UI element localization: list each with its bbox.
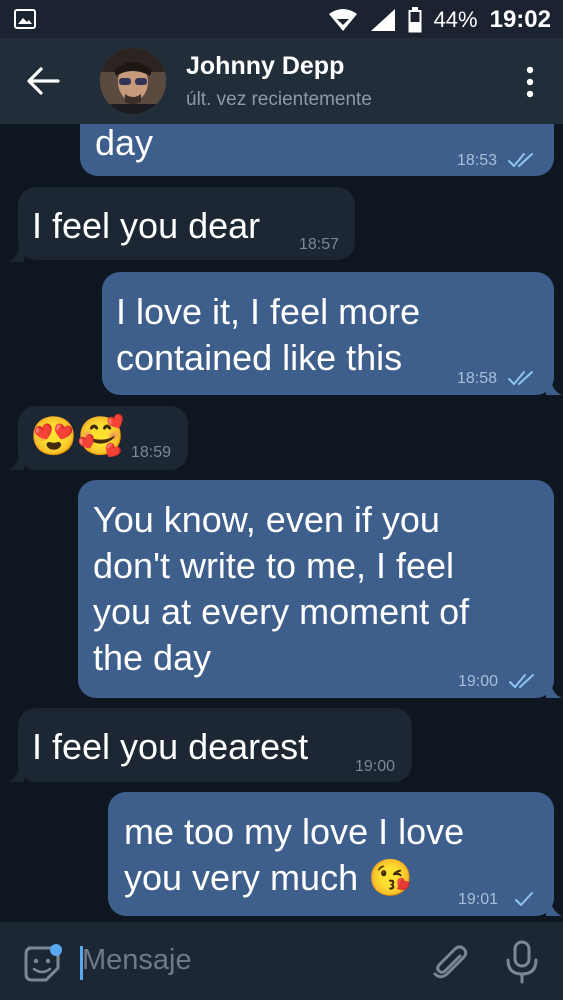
more-vertical-icon[interactable] bbox=[525, 64, 535, 100]
message-time: 18:58 bbox=[457, 370, 498, 387]
back-arrow-icon[interactable] bbox=[26, 66, 60, 96]
message-text: day bbox=[95, 124, 154, 163]
avatar[interactable] bbox=[100, 48, 166, 114]
message-text: I love it, I feel more contained like th… bbox=[116, 291, 421, 378]
bubble-tail bbox=[546, 898, 562, 916]
message-list[interactable]: day 18:53 I feel you dear 18:57 I love i… bbox=[0, 124, 563, 922]
microphone-icon[interactable] bbox=[502, 940, 542, 984]
battery-icon bbox=[408, 7, 422, 33]
double-check-icon bbox=[508, 371, 533, 385]
wifi-icon bbox=[328, 9, 357, 31]
chat-header: Johnny Depp últ. vez recientemente bbox=[0, 38, 563, 124]
bubble-tail bbox=[8, 452, 24, 470]
message-input-bar: Mensaje bbox=[0, 922, 563, 1000]
message-text: me too my love I love you very much 😘 bbox=[124, 811, 465, 898]
bubble-tail bbox=[8, 764, 24, 782]
message-input[interactable]: Mensaje bbox=[82, 944, 192, 977]
bubble-tail bbox=[8, 244, 24, 262]
message-text: I feel you dear bbox=[32, 205, 261, 246]
message-bubble-outgoing[interactable]: You know, even if you don't write to me,… bbox=[78, 480, 554, 698]
message-bubble-outgoing[interactable]: I love it, I feel more contained like th… bbox=[102, 272, 554, 395]
message-time: 19:01 bbox=[458, 891, 499, 908]
bubble-tail bbox=[546, 680, 562, 698]
message-time: 19:00 bbox=[458, 673, 499, 690]
message-time: 18:59 bbox=[131, 444, 172, 461]
message-bubble-incoming[interactable]: I feel you dear 18:57 bbox=[18, 187, 355, 260]
last-seen-status: últ. vez recientemente bbox=[186, 89, 372, 110]
message-bubble-incoming[interactable]: 😍🥰 18:59 bbox=[18, 406, 188, 470]
clock-time: 19:02 bbox=[489, 6, 551, 33]
message-text: You know, even if you don't write to me,… bbox=[93, 499, 470, 678]
message-time: 18:57 bbox=[299, 236, 340, 253]
contact-name[interactable]: Johnny Depp bbox=[186, 52, 344, 81]
message-text: 😍🥰 bbox=[30, 416, 125, 458]
battery-percentage: 44% bbox=[433, 7, 478, 32]
double-check-icon bbox=[509, 674, 534, 688]
double-check-icon bbox=[508, 153, 533, 167]
signal-icon bbox=[370, 9, 395, 31]
attach-icon[interactable] bbox=[430, 942, 470, 982]
message-text: I feel you dearest bbox=[32, 726, 309, 767]
image-icon bbox=[14, 9, 36, 29]
message-bubble-outgoing[interactable]: me too my love I love you very much 😘 19… bbox=[108, 792, 554, 916]
message-time: 18:53 bbox=[457, 152, 498, 169]
bubble-tail bbox=[546, 377, 562, 395]
message-bubble-incoming[interactable]: I feel you dearest 19:00 bbox=[18, 708, 412, 782]
sticker-icon[interactable] bbox=[22, 944, 62, 984]
message-time: 19:00 bbox=[355, 758, 396, 775]
message-bubble-outgoing[interactable]: day 18:53 bbox=[80, 124, 554, 176]
status-bar: 44% 19:02 bbox=[0, 0, 563, 38]
single-check-icon bbox=[515, 892, 533, 906]
